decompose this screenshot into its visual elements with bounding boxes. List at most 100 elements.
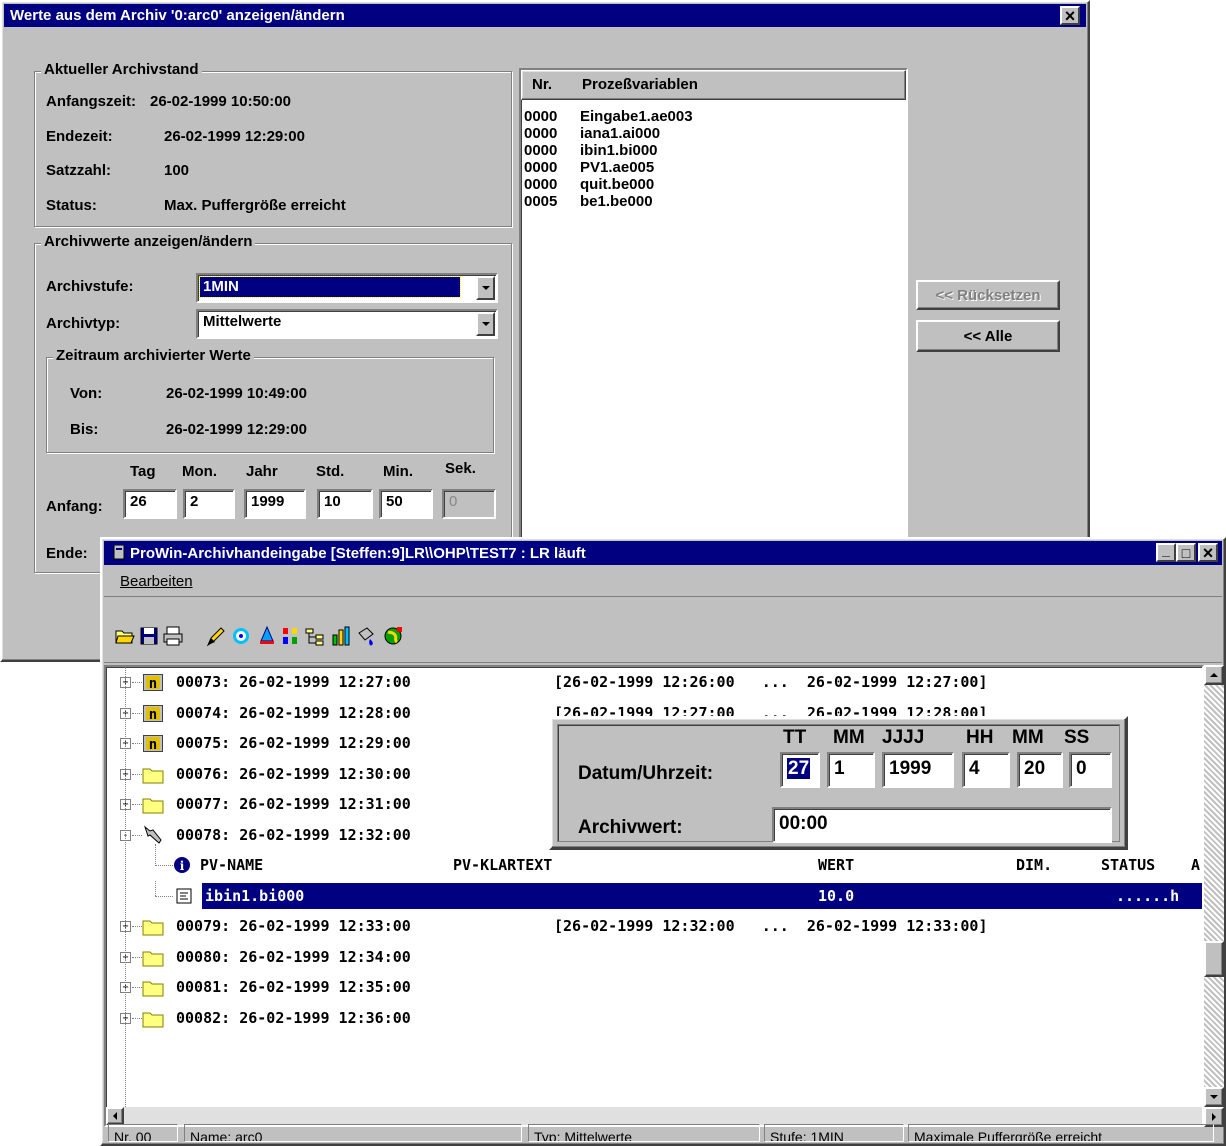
globe-icon[interactable]: [382, 625, 404, 647]
pv-nr: 0000: [524, 176, 558, 193]
anfang-field[interactable]: 50: [379, 489, 433, 519]
list-item[interactable]: 0000 Eingabe1.ae003: [524, 108, 693, 125]
tree-row[interactable]: +00081: 26-02-1999 12:35:00: [106, 972, 1202, 1002]
scroll-up-button[interactable]: [1204, 665, 1224, 685]
anfang-field[interactable]: 1999: [244, 489, 306, 519]
tree-row-id: 00081: 26-02-1999 12:35:00: [176, 978, 411, 996]
tree-row[interactable]: +00080: 26-02-1999 12:34:00: [106, 942, 1202, 972]
app-icon: [113, 545, 125, 560]
pv-list[interactable]: Nr. Prozeßvariablen 0000 Eingabe1.ae003 00…: [519, 68, 908, 544]
selection-bar: [202, 882, 1202, 909]
status-text: Stufe: 1MIN: [770, 1129, 844, 1142]
all-button[interactable]: << Alle: [916, 320, 1060, 352]
scroll-down-button[interactable]: [1204, 1087, 1224, 1107]
chevron-down-icon: [1210, 1095, 1218, 1099]
dialog-close-button[interactable]: ×: [1060, 6, 1080, 25]
anfang-field-value: 50: [386, 493, 403, 510]
tree-row-id: 00073: 26-02-1999 12:27:00: [176, 673, 411, 691]
archivwert-input[interactable]: 00:00: [772, 807, 1112, 843]
reset-button[interactable]: << Rücksetzen: [916, 280, 1060, 310]
detail-header-extra: A: [1191, 856, 1201, 874]
chart-icon[interactable]: [280, 625, 302, 647]
detail-header-row: i PV-NAME PV-KLARTEXT WERT DIM. STATUS A: [106, 844, 1202, 880]
folder-icon: [142, 979, 164, 997]
popup-datum-field[interactable]: 27: [780, 752, 820, 788]
archivstufe-value: 1MIN: [199, 276, 461, 298]
anfang-field[interactable]: 26: [123, 489, 177, 519]
pv-header-name[interactable]: Prozeßvariablen: [582, 76, 698, 93]
group-archive-values-label: Archivwerte anzeigen/ändern: [41, 233, 256, 250]
tree-row-id: 00074: 26-02-1999 12:28:00: [176, 703, 411, 722]
status-cell: Nr. 00: [108, 1124, 178, 1142]
von-value: 26-02-1999 10:49:00: [166, 385, 307, 402]
tree-icon[interactable]: [304, 625, 326, 647]
popup-datum-value: 4: [969, 758, 980, 779]
pen-icon[interactable]: [204, 625, 226, 647]
vertical-scrollbar[interactable]: [1204, 665, 1224, 1127]
detail-wert: 10.0: [818, 886, 855, 905]
scroll-thumb[interactable]: [1204, 941, 1224, 977]
date-header: Mon.: [182, 463, 217, 480]
archivwert-value: 00:00: [779, 813, 828, 834]
pv-name: PV1.ae005: [580, 159, 655, 176]
tree-row-id: 00078: 26-02-1999 12:32:00: [176, 825, 411, 844]
minimize-button[interactable]: _: [1156, 543, 1176, 562]
main-title: ProWin-Archivhandeingabe [Steffen:9]LR\\…: [130, 544, 586, 562]
popup-header: MM: [833, 727, 865, 748]
anfang-field-value: 0: [449, 493, 458, 510]
edit-value-popup: TT MM JJJJ HH MM SS Datum/Uhrzeit: 27 1 1999 4 20…: [549, 716, 1128, 850]
close-button[interactable]: ×: [1198, 543, 1218, 562]
anfang-field-value: 26: [130, 493, 147, 510]
anfang-field[interactable]: 10: [317, 489, 373, 519]
ende-label: Ende:: [46, 545, 88, 562]
bar-chart-icon[interactable]: [330, 625, 352, 647]
anfang-field-value: 2: [190, 493, 199, 510]
tree-row-id: 00079: 26-02-1999 12:33:00: [176, 917, 411, 935]
folder-icon: [142, 796, 164, 814]
bell-icon[interactable]: [256, 625, 278, 647]
status-text: Nr. 00: [114, 1129, 152, 1142]
archivtyp-select[interactable]: Mittelwerte: [196, 309, 498, 339]
popup-datum-field[interactable]: 1999: [882, 752, 954, 788]
archivtyp-dropdown-arrow[interactable]: [476, 312, 495, 336]
anfang-field[interactable]: 2: [183, 489, 235, 519]
svg-text:n: n: [149, 737, 157, 752]
popup-datum-field[interactable]: 1: [827, 752, 875, 788]
tree-row-range: [26-02-1999 12:32:00 ... 26-02-1999 12:3…: [554, 917, 988, 935]
detail-header-dim: DIM.: [1016, 856, 1053, 874]
detail-header-klartext: PV-KLARTEXT: [453, 856, 553, 874]
list-item[interactable]: 0005 be1.be000: [524, 193, 653, 210]
list-item[interactable]: 0000 ibin1.bi000: [524, 142, 658, 159]
date-header: Jahr: [246, 463, 278, 480]
pv-name: iana1.ai000: [580, 125, 661, 142]
paint-icon[interactable]: [356, 625, 378, 647]
dialog-title: Werte aus dem Archiv '0:arc0' anzeigen/ä…: [10, 7, 345, 24]
tree-row[interactable]: +00079: 26-02-1999 12:33:00 [26-02-1999 1…: [106, 911, 1202, 941]
pv-header-nr[interactable]: Nr.: [532, 76, 552, 93]
archivstufe-select[interactable]: 1MIN: [196, 273, 498, 303]
tree-row[interactable]: + n 00073: 26-02-1999 12:27:00 [26-02-1999 …: [106, 667, 1202, 697]
popup-datum-field[interactable]: 0: [1069, 752, 1112, 788]
list-item[interactable]: 0000 quit.be000: [524, 176, 654, 193]
tree-row[interactable]: +00082: 26-02-1999 12:36:00: [106, 1003, 1202, 1033]
menu-bearbeiten[interactable]: Bearbeiten: [120, 573, 193, 590]
detail-header-wert: WERT: [818, 856, 855, 874]
list-item[interactable]: 0000 PV1.ae005: [524, 159, 654, 176]
open-icon[interactable]: [114, 625, 136, 647]
list-item[interactable]: 0000 iana1.ai000: [524, 125, 660, 142]
print-icon[interactable]: [162, 625, 184, 647]
popup-header: TT: [783, 727, 807, 748]
archivstufe-dropdown-arrow[interactable]: [476, 276, 495, 300]
detail-row-selected[interactable]: ibin1.bi000 10.0 ......h: [106, 880, 1202, 911]
tree-line: [132, 743, 142, 744]
info-icon: i: [173, 856, 193, 873]
popup-datum-field[interactable]: 20: [1017, 752, 1063, 788]
pv-list-header: Nr. Prozeßvariablen: [521, 70, 906, 100]
save-icon[interactable]: [138, 625, 160, 647]
maximize-button[interactable]: □: [1176, 543, 1196, 562]
popup-datum-field[interactable]: 4: [962, 752, 1010, 788]
menu-bar: Bearbeiten: [104, 567, 1222, 597]
target-icon[interactable]: [230, 625, 252, 647]
tree-line: [132, 1017, 142, 1019]
tree-line: [132, 773, 142, 775]
